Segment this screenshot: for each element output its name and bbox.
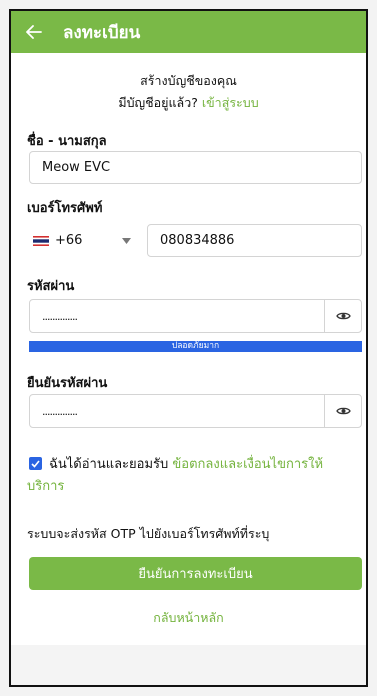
check-icon [31,459,40,468]
phone-value: 080834886 [160,233,235,248]
terms-link[interactable]: ข้อตกลงและเงื่อนไขการให้ [172,457,323,472]
name-value: Meow EVC [42,160,111,175]
country-code: +66 [55,233,83,248]
confirm-password-field[interactable]: .............. [29,394,362,428]
name-label: ชื่อ - นามสกุล [27,134,107,149]
password-value: .............. [42,309,78,323]
chevron-down-icon [122,238,131,244]
eye-icon[interactable] [324,300,361,332]
phone-field[interactable]: 080834886 [147,224,362,257]
login-link[interactable]: เข้าสู่ระบบ [202,95,259,110]
create-account-text: สร้างบัญชีของคุณ [140,73,237,88]
password-field[interactable]: .............. [29,299,362,333]
confirm-password-value: .............. [42,404,78,418]
consent-text: ฉันได้อ่านและยอมรับ [49,457,169,472]
thailand-flag-icon [33,235,49,246]
password-strength-bar: ปลอดภัยมาก [29,341,362,352]
have-account-line: มีบัญชีอยู่แล้ว? เข้าสู่ระบบ [11,93,366,113]
phone-label: เบอร์โทรศัพท์ [27,201,103,216]
submit-register-button[interactable]: ยืนยันการลงทะเบียน [29,557,362,590]
country-code-select[interactable]: +66 [29,224,135,257]
otp-note: ระบบจะส่งรหัส OTP ไปยังเบอร์โทรศัพท์ที่ร… [27,526,270,541]
terms-link-continued[interactable]: บริการ [27,475,64,496]
password-label: รหัสผ่าน [27,279,75,294]
phone-frame: ลงทะเบียน สร้างบัญชีของคุณ มีบัญชีอยู่แล… [9,9,368,687]
bottom-bar [11,645,366,685]
arrow-left-icon[interactable] [23,21,45,43]
name-field[interactable]: Meow EVC [29,151,362,184]
confirm-password-label: ยืนยันรหัสผ่าน [27,376,108,391]
eye-icon[interactable] [324,395,361,427]
consent-checkbox[interactable] [29,457,42,470]
page-title: ลงทะเบียน [63,22,141,43]
consent-line: ฉันได้อ่านและยอมรับ ข้อตกลงและเงื่อนไขกา… [49,454,359,475]
have-account-text: มีบัญชีอยู่แล้ว? [118,95,198,110]
back-home-link[interactable]: กลับหน้าหลัก [11,608,366,628]
app-header: ลงทะเบียน [11,11,366,53]
